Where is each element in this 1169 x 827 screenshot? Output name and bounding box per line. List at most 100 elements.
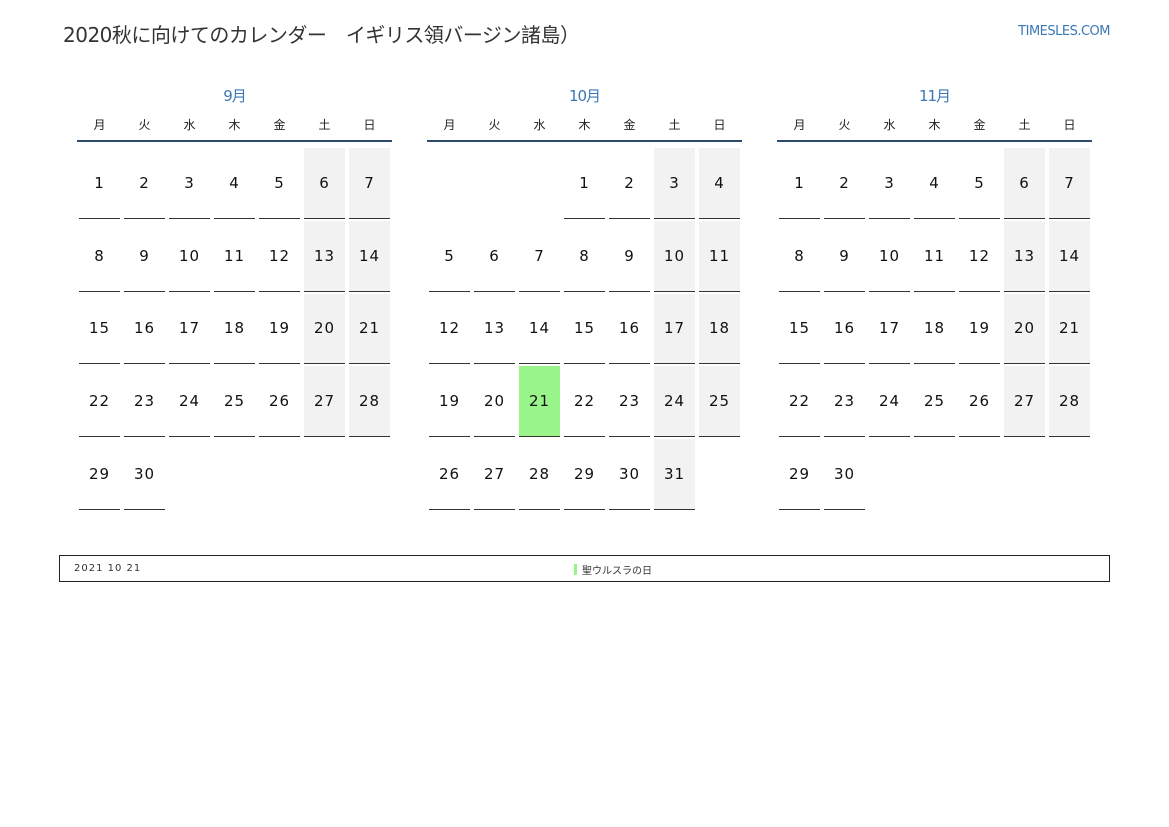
day-cell-holiday[interactable]: 21 <box>519 366 560 438</box>
day-cell[interactable]: 7 <box>519 221 560 292</box>
day-cell[interactable]: 15 <box>79 294 120 365</box>
day-cell[interactable]: 8 <box>779 221 820 292</box>
day-cell[interactable]: 11 <box>214 221 255 292</box>
day-cell[interactable]: 28 <box>349 366 390 438</box>
day-cell[interactable]: 9 <box>124 221 165 292</box>
day-cell[interactable]: 1 <box>779 148 820 219</box>
day-cell[interactable]: 28 <box>519 439 560 510</box>
day-cell[interactable]: 8 <box>79 221 120 292</box>
day-cell[interactable]: 12 <box>959 221 1000 292</box>
day-cell[interactable]: 22 <box>779 366 820 438</box>
day-cell[interactable]: 10 <box>169 221 210 292</box>
day-cell[interactable]: 28 <box>1049 366 1090 438</box>
day-cell[interactable]: 5 <box>429 221 470 292</box>
site-link[interactable]: TIMESLES.COM <box>1018 24 1110 39</box>
day-cell[interactable]: 24 <box>654 366 695 438</box>
day-cell[interactable]: 20 <box>474 366 515 438</box>
day-cell[interactable]: 10 <box>869 221 910 292</box>
day-cell[interactable]: 1 <box>564 148 605 219</box>
day-cell[interactable]: 11 <box>914 221 955 292</box>
day-cell[interactable]: 15 <box>779 294 820 365</box>
day-cell[interactable]: 21 <box>349 293 390 365</box>
day-cell[interactable]: 6 <box>304 148 345 219</box>
day-cell[interactable]: 3 <box>869 148 910 219</box>
day-cell[interactable]: 2 <box>609 148 650 219</box>
day-cell[interactable]: 6 <box>1004 148 1045 219</box>
day-cell[interactable]: 9 <box>824 221 865 292</box>
page-title: 2020秋に向けてのカレンダー イギリス領バージン諸島） <box>63 23 580 47</box>
day-cell[interactable]: 18 <box>914 294 955 365</box>
day-cell[interactable]: 23 <box>609 366 650 438</box>
day-cell[interactable]: 9 <box>609 221 650 292</box>
day-cell[interactable]: 14 <box>519 294 560 365</box>
weekday-label: 土 <box>1018 118 1031 132</box>
day-cell[interactable]: 20 <box>304 293 345 365</box>
day-cell[interactable]: 20 <box>1004 293 1045 365</box>
day-cell[interactable]: 26 <box>429 439 470 510</box>
day-cell[interactable]: 3 <box>169 148 210 219</box>
day-cell[interactable]: 25 <box>699 366 740 438</box>
day-cell[interactable]: 22 <box>564 366 605 438</box>
day-cell[interactable]: 29 <box>564 439 605 510</box>
day-cell[interactable]: 25 <box>914 366 955 438</box>
day-cell[interactable]: 16 <box>609 294 650 365</box>
month-name: 10月 <box>568 87 601 105</box>
day-cell[interactable]: 4 <box>214 148 255 219</box>
weekday-label: 月 <box>443 118 456 132</box>
day-cell[interactable]: 6 <box>474 221 515 292</box>
day-cell[interactable]: 12 <box>259 221 300 292</box>
day-cell[interactable]: 30 <box>124 439 165 510</box>
day-cell[interactable]: 15 <box>564 294 605 365</box>
weekday-label: 水 <box>883 118 896 132</box>
day-cell[interactable]: 26 <box>259 366 300 438</box>
day-cell[interactable]: 23 <box>124 366 165 438</box>
day-cell[interactable]: 13 <box>1004 220 1045 292</box>
day-cell[interactable]: 13 <box>304 220 345 292</box>
day-cell[interactable]: 3 <box>654 148 695 219</box>
day-cell[interactable]: 16 <box>824 294 865 365</box>
day-cell[interactable]: 18 <box>214 294 255 365</box>
day-cell[interactable]: 27 <box>474 439 515 510</box>
weekday-label: 金 <box>623 118 636 132</box>
day-cell[interactable]: 5 <box>959 148 1000 219</box>
day-cell[interactable]: 14 <box>1049 220 1090 292</box>
day-cell[interactable]: 2 <box>124 148 165 219</box>
day-cell[interactable]: 2 <box>824 148 865 219</box>
day-cell[interactable]: 8 <box>564 221 605 292</box>
day-cell[interactable]: 24 <box>869 366 910 438</box>
weekday-label: 木 <box>228 118 241 132</box>
day-cell[interactable]: 7 <box>1049 148 1090 219</box>
day-cell[interactable]: 19 <box>259 294 300 365</box>
day-cell[interactable]: 7 <box>349 148 390 219</box>
day-cell[interactable]: 13 <box>474 294 515 365</box>
day-cell[interactable]: 17 <box>169 294 210 365</box>
day-cell[interactable]: 4 <box>914 148 955 219</box>
day-cell[interactable]: 29 <box>779 439 820 510</box>
day-cell[interactable]: 24 <box>169 366 210 438</box>
day-cell[interactable]: 5 <box>259 148 300 219</box>
holiday-entry: 聖ウルスラの日 <box>574 562 652 577</box>
day-cell[interactable]: 23 <box>824 366 865 438</box>
day-cell[interactable]: 30 <box>824 439 865 510</box>
day-cell[interactable]: 18 <box>699 293 740 365</box>
day-cell[interactable]: 10 <box>654 220 695 292</box>
day-cell[interactable]: 14 <box>349 220 390 292</box>
day-cell[interactable]: 25 <box>214 366 255 438</box>
day-cell[interactable]: 4 <box>699 148 740 219</box>
day-cell[interactable]: 17 <box>654 293 695 365</box>
day-cell[interactable]: 17 <box>869 294 910 365</box>
day-cell[interactable]: 19 <box>959 294 1000 365</box>
day-cell[interactable]: 30 <box>609 439 650 510</box>
day-cell[interactable]: 27 <box>304 366 345 438</box>
day-cell[interactable]: 1 <box>79 148 120 219</box>
day-cell[interactable]: 19 <box>429 366 470 438</box>
day-cell[interactable]: 11 <box>699 220 740 292</box>
day-cell[interactable]: 26 <box>959 366 1000 438</box>
day-cell[interactable]: 27 <box>1004 366 1045 438</box>
day-cell[interactable]: 16 <box>124 294 165 365</box>
day-cell[interactable]: 29 <box>79 439 120 510</box>
day-cell[interactable]: 31 <box>654 439 695 510</box>
day-cell[interactable]: 21 <box>1049 293 1090 365</box>
day-cell[interactable]: 12 <box>429 294 470 365</box>
day-cell[interactable]: 22 <box>79 366 120 438</box>
